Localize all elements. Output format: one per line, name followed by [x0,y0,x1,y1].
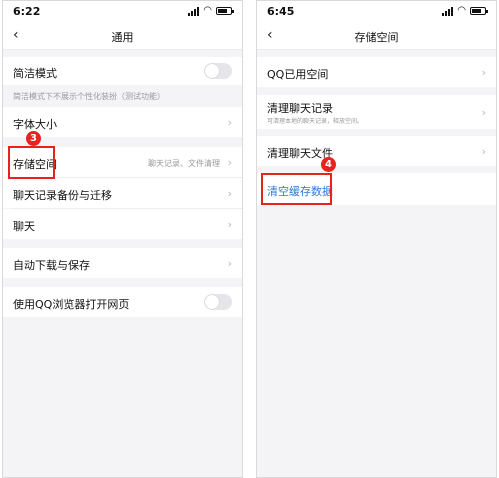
clear-chat-label: 清理聊天记录 [267,102,333,115]
concise-mode-toggle[interactable] [204,63,232,79]
concise-mode-row: 简洁模式 [3,57,242,85]
storage-detail: 聊天记录、文件清理 [148,159,220,168]
qq-used-space-label: QQ已用空间 [267,68,329,81]
font-size-label: 字体大小 [13,118,57,131]
qq-used-space-row[interactable]: QQ已用空间 › [257,57,496,87]
auto-download-label: 自动下载与保存 [13,259,90,272]
chevron-right-icon: › [481,145,486,158]
chevron-right-icon: › [227,187,232,200]
backup-label: 聊天记录备份与迁移 [13,189,112,202]
battery-icon [216,7,234,15]
chevron-right-icon: › [227,218,232,231]
step-badge: 3 [26,131,41,146]
wifi-icon: ◠ [203,5,212,16]
signal-icon [442,6,454,16]
clear-chat-row[interactable]: 清理聊天记录 可清理本地的聊天记录，释放空间。 › [257,95,496,129]
highlight-box [261,173,332,205]
chevron-right-icon: › [481,106,486,119]
chat-label: 聊天 [13,220,35,233]
status-time: 6:45 [267,5,295,18]
status-bar: 6:45 ◠ [257,1,496,23]
page-title: 存储空间 [354,31,399,44]
auto-download-row[interactable]: 自动下载与保存 › [3,248,242,278]
battery-icon [470,7,488,15]
right-phone-screen: 6:45 ◠ ‹ 存储空间 QQ已用空间 › 清理聊天记录 可清理本地的聊天记录… [256,0,497,478]
chevron-right-icon: › [227,116,232,129]
qq-browser-row: 使用QQ浏览器打开网页 [3,287,242,317]
status-bar: 6:22 ◠ [3,1,242,23]
concise-mode-label: 简洁模式 [13,67,57,80]
nav-bar: ‹ 存储空间 [257,23,496,50]
qq-browser-label: 使用QQ浏览器打开网页 [13,298,130,311]
step-badge: 4 [321,157,336,172]
clear-files-row[interactable]: 清理聊天文件 › [257,136,496,166]
chevron-right-icon: › [481,66,486,79]
concise-mode-note: 简洁模式下不展示个性化装扮（测试功能） [13,92,165,101]
backup-row[interactable]: 聊天记录备份与迁移 › [3,178,242,208]
chat-row[interactable]: 聊天 › [3,209,242,239]
status-time: 6:22 [13,5,41,18]
wifi-icon: ◠ [457,5,466,16]
signal-icon [188,6,200,16]
chevron-right-icon: › [227,156,232,169]
qq-browser-toggle[interactable] [204,294,232,310]
page-title: 通用 [111,31,134,44]
nav-bar: ‹ 通用 [3,23,242,50]
highlight-box [8,146,55,179]
clear-chat-subtitle: 可清理本地的聊天记录，释放空间。 [267,118,364,125]
left-phone-screen: 6:22 ◠ ‹ 通用 简洁模式 简洁模式下不展示个性化装扮（测试功能） 字体大… [2,0,243,478]
chevron-right-icon: › [227,257,232,270]
